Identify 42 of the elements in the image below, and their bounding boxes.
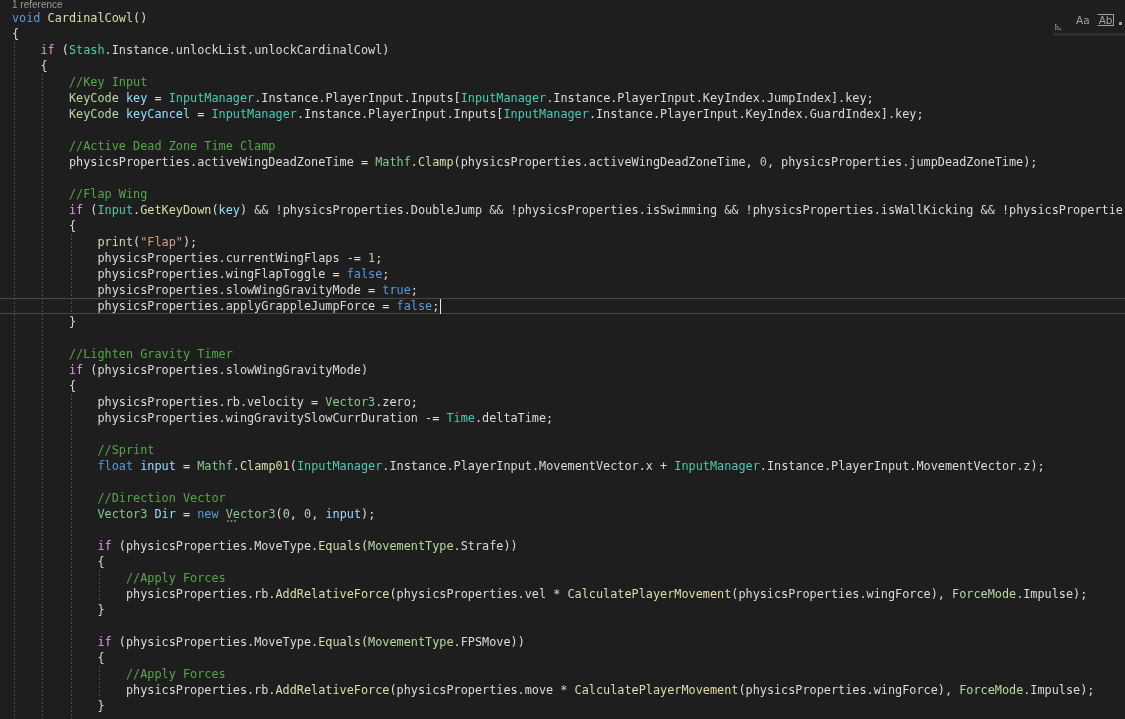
code-line: physicsProperties.currentWingFlaps -= 1; bbox=[97, 251, 383, 265]
code-line: //Flap Wing bbox=[68, 187, 148, 201]
code-line: if (physicsProperties.MoveType.Equals(MovementType.FPSMove)) bbox=[97, 635, 525, 649]
code-line: //Lighten Gravity Timer bbox=[68, 347, 233, 361]
code-line: { bbox=[40, 59, 48, 73]
code-line: physicsProperties.wingFlapToggle = false; bbox=[97, 267, 390, 281]
resize-grip-icon[interactable] bbox=[1055, 24, 1061, 30]
code-line: physicsProperties.wingGravitySlowCurrDuration -= Time.deltaTime; bbox=[97, 411, 554, 425]
code-line: //Apply Forces bbox=[125, 667, 226, 681]
search-option-toggle[interactable]: Aa bbox=[1074, 14, 1092, 26]
code-line: physicsProperties.rb.AddRelativeForce(physicsProperties.move * CalculatePlayerMovement(physicsProperties.wingForce), ForceMode.Impulse); bbox=[125, 683, 1095, 697]
code-line: } bbox=[97, 603, 105, 617]
code-line: print("Flap"); bbox=[97, 235, 198, 249]
code-line: { bbox=[97, 651, 105, 665]
code-line: //Key Input bbox=[68, 75, 148, 89]
code-line: { bbox=[68, 379, 77, 393]
code-line: //Sprint bbox=[97, 443, 155, 457]
search-option-toggle[interactable]: Ab bbox=[1096, 14, 1115, 26]
code-line: void CardinalCowl() bbox=[12, 11, 148, 25]
code-line: { bbox=[12, 27, 20, 41]
code-line: Vector3 Dir = new Vector3(0, 0, input); bbox=[97, 507, 376, 521]
code-line: if (Input.GetKeyDown(key) && !physicsProperties.DoubleJump && !physicsProperties.isSwimming && !physicsProperties.isWallKicking && !physicsPropertie bbox=[68, 203, 1123, 217]
code-line: } bbox=[97, 699, 105, 713]
code-line: float input = Mathf.Clamp01(InputManager.Instance.PlayerInput.MovementVector.x + InputManager.Instance.PlayerInput.MovementVector.z); bbox=[97, 459, 1045, 473]
code-line: } bbox=[68, 315, 77, 329]
code-line: { bbox=[68, 219, 77, 233]
code-line: physicsProperties.rb.AddRelativeForce(physicsProperties.vel * CalculatePlayerMovement(physicsProperties.wingForce), ForceMode.Impulse); bbox=[125, 587, 1088, 601]
code-line: if (physicsProperties.MoveType.Equals(MovementType.Strafe)) bbox=[97, 539, 518, 553]
code-line: //Apply Forces bbox=[125, 571, 226, 585]
code-line: if (physicsProperties.slowWingGravityMode) bbox=[68, 363, 369, 377]
code-line: physicsProperties.applyGrappleJumpForce = false; bbox=[97, 299, 440, 313]
code-line: //Direction Vector bbox=[97, 491, 226, 505]
text-cursor bbox=[440, 299, 442, 314]
code-line: { bbox=[97, 555, 105, 569]
code-line: physicsProperties.rb.velocity = Vector3.zero; bbox=[97, 395, 418, 409]
code-line: //Active Dead Zone Time Clamp bbox=[68, 139, 276, 153]
code-line: physicsProperties.slowWingGravityMode = true; bbox=[97, 283, 418, 297]
code-line: physicsProperties.activeWingDeadZoneTime = Mathf.Clamp(physicsProperties.activeWingDeadZoneTime, 0, physicsProperties.jumpDeadZoneTime); bbox=[68, 155, 1038, 169]
code-line: KeyCode key = InputManager.Instance.PlayerInput.Inputs[InputManager.Instance.PlayerInput.KeyIndex.JumpIndex].key; bbox=[68, 91, 874, 105]
code-line: KeyCode keyCancel = InputManager.Instance.PlayerInput.Inputs[InputManager.Instance.PlayerInput.KeyIndex.GuardIndex].key; bbox=[68, 107, 924, 121]
codelens-link[interactable]: 1 reference bbox=[12, 0, 63, 10]
code-line: if (Stash.Instance.unlockList.unlockCardinalCowl) bbox=[40, 43, 390, 57]
